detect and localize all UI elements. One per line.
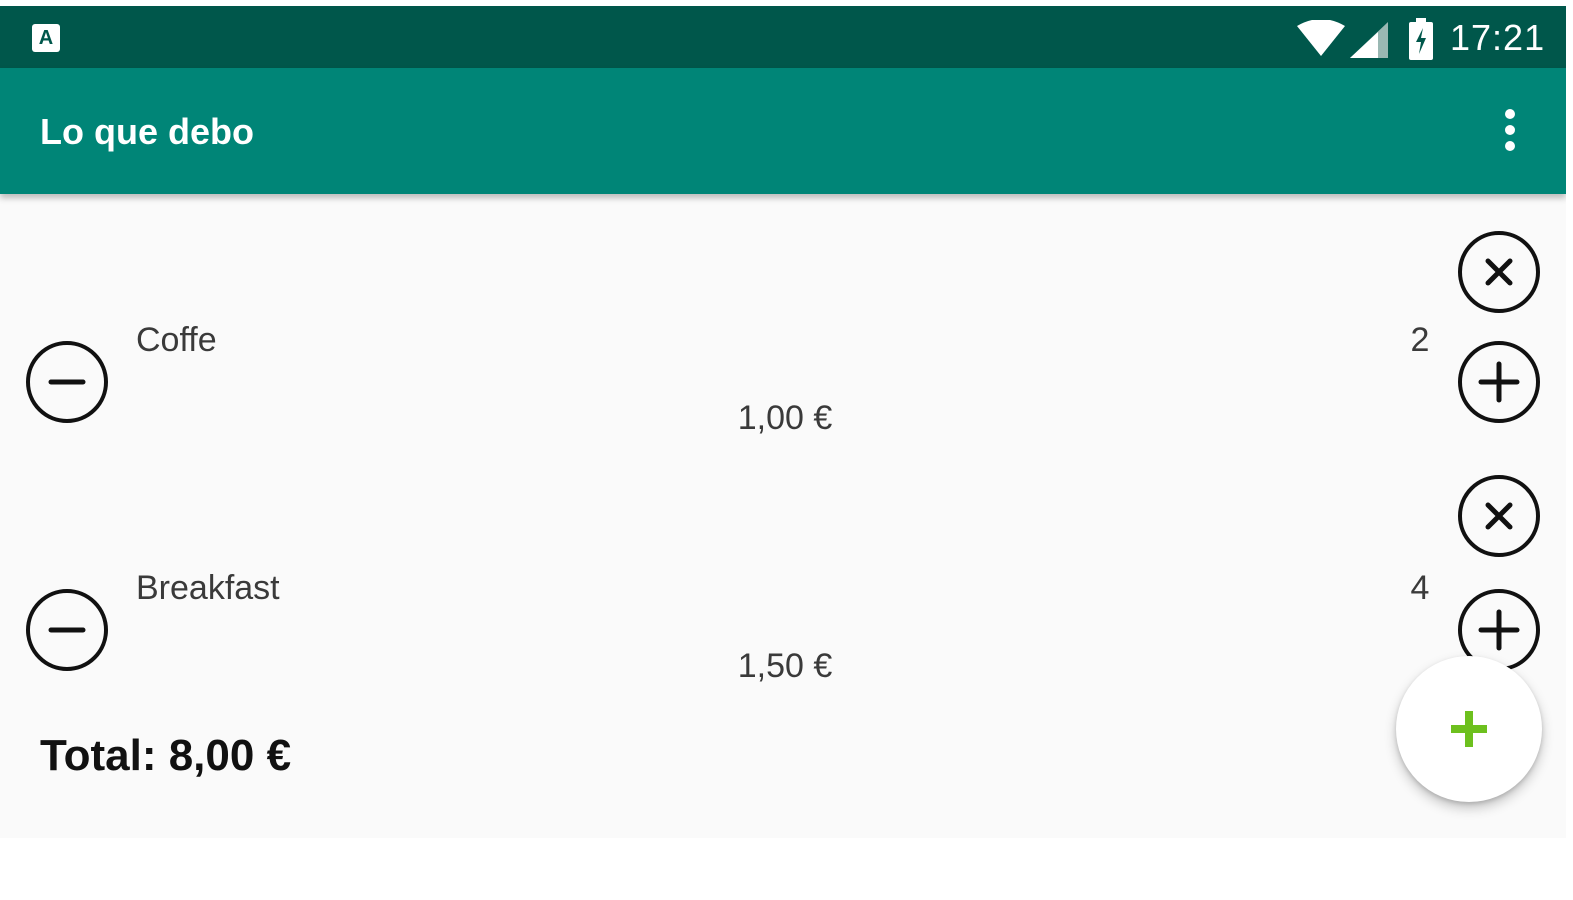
decrement-button[interactable] bbox=[25, 588, 109, 672]
increment-button[interactable] bbox=[1457, 340, 1541, 424]
item-name: Coffe bbox=[136, 321, 217, 359]
app-bar: Lo que debo bbox=[0, 68, 1566, 194]
minus-icon bbox=[26, 589, 108, 671]
status-bar: A 17:21 bbox=[0, 6, 1566, 68]
app-title: Lo que debo bbox=[40, 111, 254, 152]
delete-item-button[interactable] bbox=[1457, 230, 1541, 314]
close-icon bbox=[1458, 475, 1540, 557]
overflow-menu-button[interactable] bbox=[1490, 108, 1530, 156]
item-name: Breakfast bbox=[136, 569, 280, 607]
item-quantity: 2 bbox=[1410, 321, 1430, 359]
item-price: 1,50 € bbox=[737, 647, 833, 685]
signal-icon bbox=[1350, 22, 1388, 58]
a-icon: A bbox=[32, 24, 60, 52]
add-icon bbox=[1451, 711, 1487, 747]
app-screen: A 17:21 Lo que debo Coffe 2 1,00 € Break… bbox=[0, 6, 1566, 838]
more-vert-icon bbox=[1505, 109, 1515, 151]
item-quantity: 4 bbox=[1410, 569, 1430, 607]
close-icon bbox=[1458, 231, 1540, 313]
battery-charging-icon bbox=[1409, 18, 1433, 60]
list-item: Breakfast 4 1,50 € bbox=[0, 466, 1566, 716]
list-item: Coffe 2 1,00 € bbox=[0, 216, 1566, 466]
status-clock: 17:21 bbox=[1450, 17, 1546, 58]
item-price: 1,00 € bbox=[737, 399, 833, 437]
decrement-button[interactable] bbox=[25, 340, 109, 424]
plus-icon bbox=[1458, 341, 1540, 423]
total-label: Total: 8,00 € bbox=[40, 731, 292, 780]
add-item-fab[interactable] bbox=[1396, 656, 1542, 802]
wifi-icon bbox=[1297, 20, 1345, 56]
minus-icon bbox=[26, 341, 108, 423]
delete-item-button[interactable] bbox=[1457, 474, 1541, 558]
